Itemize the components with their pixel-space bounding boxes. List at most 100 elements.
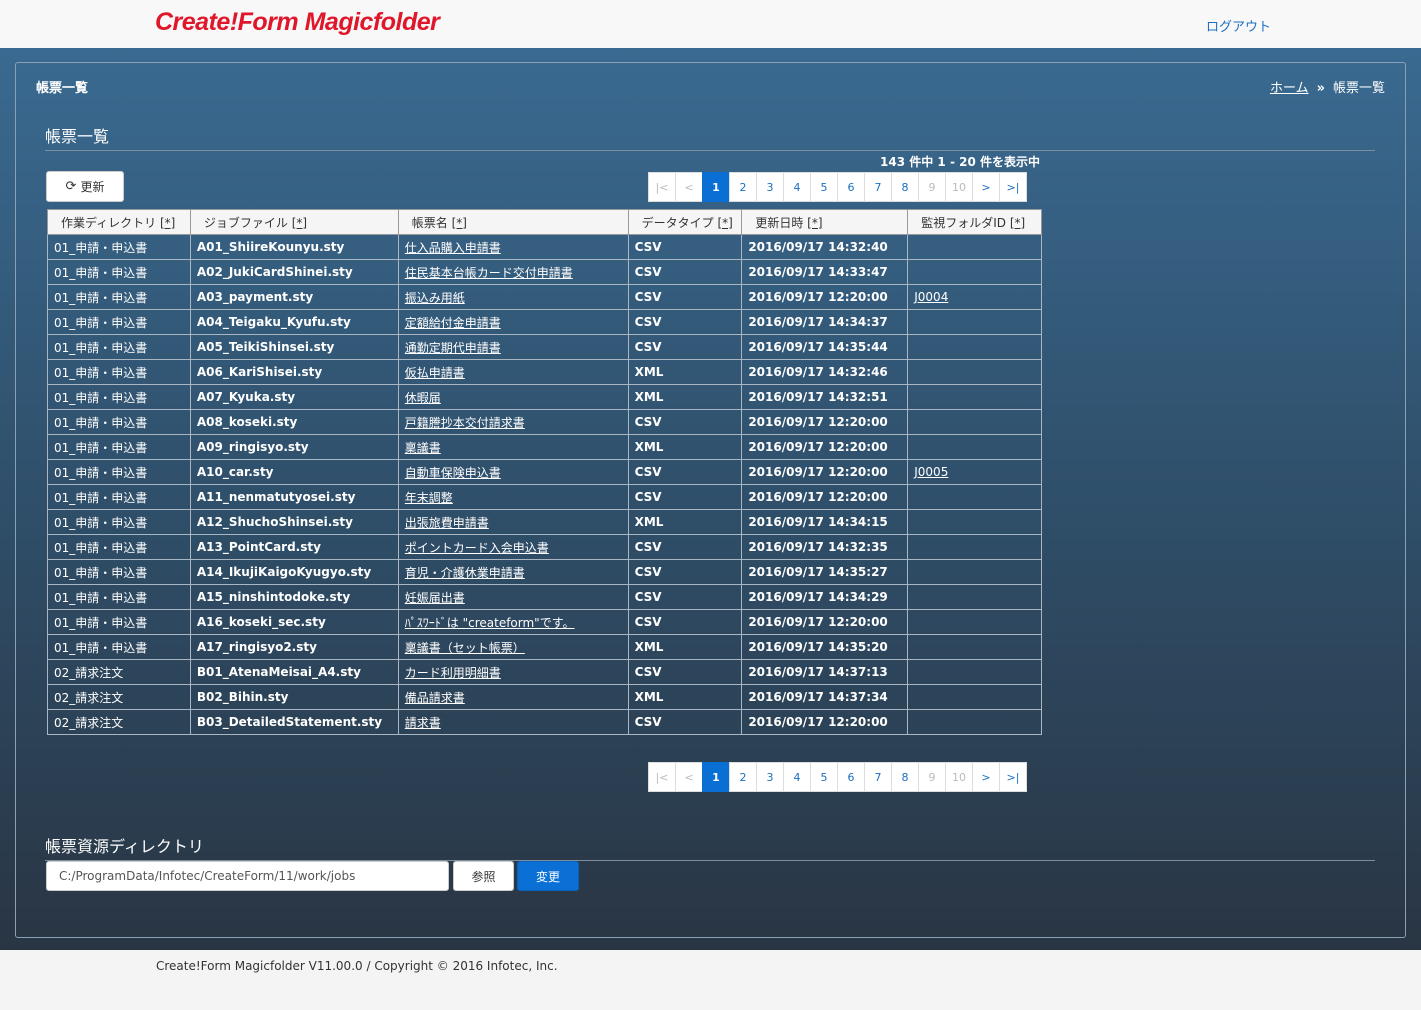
form-name-link[interactable]: 請求書	[405, 716, 441, 730]
sort-link[interactable]: [*]	[717, 216, 732, 230]
sort-link[interactable]: [*]	[292, 216, 307, 230]
cell-work-directory: 01_申請・申込書	[47, 534, 191, 560]
form-name-link[interactable]: 戸籍謄抄本交付請求書	[405, 416, 525, 430]
form-name-link[interactable]: 備品請求書	[405, 691, 465, 705]
cell-data-type: XML	[627, 384, 743, 410]
cell-form-name: 育児・介護休業申請書	[397, 559, 629, 585]
table-row: 02_請求注文 B02_Bihin.sty 備品請求書 XML 2016/09/17 1…	[47, 684, 1042, 710]
form-name-link[interactable]: 妊娠届出書	[405, 591, 465, 605]
table-row: 02_請求注文 B01_AtenaMeisai_A4.sty カード利用明細書 CSV…	[47, 659, 1042, 685]
table-row: 01_申請・申込書 A14_IkujiKaigoKyugyo.sty 育児・介護休業…	[47, 559, 1042, 585]
cell-watch-folder-id	[907, 559, 1042, 585]
page-link[interactable]: 5	[810, 762, 838, 792]
form-name-link[interactable]: 育児・介護休業申請書	[405, 566, 525, 580]
page-link[interactable]: 10	[945, 762, 973, 792]
watch-folder-link[interactable]: J0004	[914, 290, 948, 304]
page-link[interactable]: <	[675, 762, 703, 792]
breadcrumb: ホーム » 帳票一覧	[1270, 77, 1385, 96]
page-link[interactable]: 4	[783, 172, 811, 202]
cell-job-file: A10_car.sty	[189, 459, 399, 485]
page-link[interactable]: >	[972, 172, 1000, 202]
sort-link[interactable]: [*]	[1010, 216, 1025, 230]
sort-link[interactable]: [*]	[807, 216, 822, 230]
page-link[interactable]: 4	[783, 762, 811, 792]
page-link[interactable]: >|	[999, 172, 1027, 202]
page-link[interactable]: <	[675, 172, 703, 202]
cell-work-directory: 01_申請・申込書	[47, 509, 191, 535]
page-link[interactable]: 7	[864, 172, 892, 202]
cell-watch-folder-id	[907, 409, 1042, 435]
page-link[interactable]: 8	[891, 762, 919, 792]
cell-form-name: 定額給付金申請書	[397, 309, 629, 335]
cell-work-directory: 01_申請・申込書	[47, 359, 191, 385]
page-link[interactable]: 9	[918, 762, 946, 792]
cell-job-file: A06_KariShisei.sty	[189, 359, 399, 385]
form-name-link[interactable]: 定額給付金申請書	[405, 316, 501, 330]
page-link[interactable]: 1	[702, 762, 730, 792]
form-name-link[interactable]: 通勤定期代申請書	[405, 341, 501, 355]
cell-job-file: A12_ShuchoShinsei.sty	[189, 509, 399, 535]
page-link[interactable]: 8	[891, 172, 919, 202]
page-link[interactable]: 6	[837, 172, 865, 202]
form-name-link[interactable]: 住民基本台帳カード交付申請書	[405, 266, 573, 280]
cell-data-type: XML	[627, 359, 743, 385]
cell-updated: 2016/09/17 12:20:00	[741, 459, 909, 485]
cell-work-directory: 01_申請・申込書	[47, 459, 191, 485]
form-name-link[interactable]: 仮払申請書	[405, 366, 465, 380]
page-link[interactable]: 3	[756, 762, 784, 792]
page-link[interactable]: 1	[702, 172, 730, 202]
form-name-link[interactable]: 年末調整	[405, 491, 453, 505]
cell-job-file: A02_JukiCardShinei.sty	[189, 259, 399, 285]
form-name-link[interactable]: 出張旅費申請書	[405, 516, 489, 530]
cell-watch-folder-id: J0004	[907, 284, 1042, 310]
form-name-link[interactable]: カード利用明細書	[405, 666, 501, 680]
page-link[interactable]: 2	[729, 172, 757, 202]
column-label: 更新日時	[755, 215, 804, 230]
page-link[interactable]: 7	[864, 762, 892, 792]
page-link[interactable]: 6	[837, 762, 865, 792]
form-name-link[interactable]: 稟議書（セット帳票）	[405, 641, 525, 655]
form-name-link[interactable]: 稟議書	[405, 441, 441, 455]
breadcrumb-home-link[interactable]: ホーム	[1270, 81, 1309, 96]
page-link[interactable]: >	[972, 762, 1000, 792]
page-link[interactable]: >|	[999, 762, 1027, 792]
logout-link[interactable]: ログアウト	[1206, 16, 1271, 35]
form-name-link[interactable]: 仕入品購入申請書	[405, 241, 501, 255]
cell-form-name: 仮払申請書	[397, 359, 629, 385]
cell-data-type: CSV	[627, 234, 743, 260]
table-row: 01_申請・申込書 A10_car.sty 自動車保険申込書 CSV 2016/09/1…	[47, 459, 1042, 485]
form-name-link[interactable]: ポイントカード入会申込書	[405, 541, 549, 555]
form-name-link[interactable]: 休暇届	[405, 391, 441, 405]
page-link[interactable]: 5	[810, 172, 838, 202]
cell-updated: 2016/09/17 12:20:00	[741, 434, 909, 460]
table-row: 01_申請・申込書 A12_ShuchoShinsei.sty 出張旅費申請書 XML…	[47, 509, 1042, 535]
form-name-link[interactable]: ﾊﾟｽﾜｰﾄﾞは "createform"です。	[405, 616, 575, 630]
sort-link[interactable]: [*]	[160, 216, 175, 230]
cell-watch-folder-id	[907, 659, 1042, 685]
page-link[interactable]: 10	[945, 172, 973, 202]
page-link[interactable]: 2	[729, 762, 757, 792]
cell-data-type: XML	[627, 634, 743, 660]
cell-watch-folder-id	[907, 384, 1042, 410]
form-name-link[interactable]: 振込み用紙	[405, 291, 465, 305]
page-link[interactable]: 9	[918, 172, 946, 202]
refresh-button[interactable]: ⟳ 更新	[46, 171, 124, 202]
table-row: 01_申請・申込書 A13_PointCard.sty ポイントカード入会申込書 CS…	[47, 534, 1042, 560]
table-row: 01_申請・申込書 A03_payment.sty 振込み用紙 CSV 2016/09/…	[47, 284, 1042, 310]
column-label: ジョブファイル	[203, 215, 288, 230]
watch-folder-link[interactable]: J0005	[914, 465, 948, 479]
cell-updated: 2016/09/17 14:34:29	[741, 584, 909, 610]
browse-button[interactable]: 参照	[453, 861, 514, 891]
cell-updated: 2016/09/17 14:35:27	[741, 559, 909, 585]
resource-directory-input[interactable]: C:/ProgramData/Infotec/CreateForm/11/wor…	[46, 861, 449, 891]
page-link[interactable]: 3	[756, 172, 784, 202]
change-button[interactable]: 変更	[517, 861, 579, 891]
sort-link[interactable]: [*]	[452, 216, 467, 230]
cell-updated: 2016/09/17 12:20:00	[741, 709, 909, 735]
page-link[interactable]: |<	[648, 762, 676, 792]
page-link[interactable]: |<	[648, 172, 676, 202]
table-row: 01_申請・申込書 A01_ShiireKounyu.sty 仕入品購入申請書 CSV…	[47, 234, 1042, 260]
cell-data-type: CSV	[627, 334, 743, 360]
form-name-link[interactable]: 自動車保険申込書	[405, 466, 501, 480]
cell-updated: 2016/09/17 12:20:00	[741, 609, 909, 635]
